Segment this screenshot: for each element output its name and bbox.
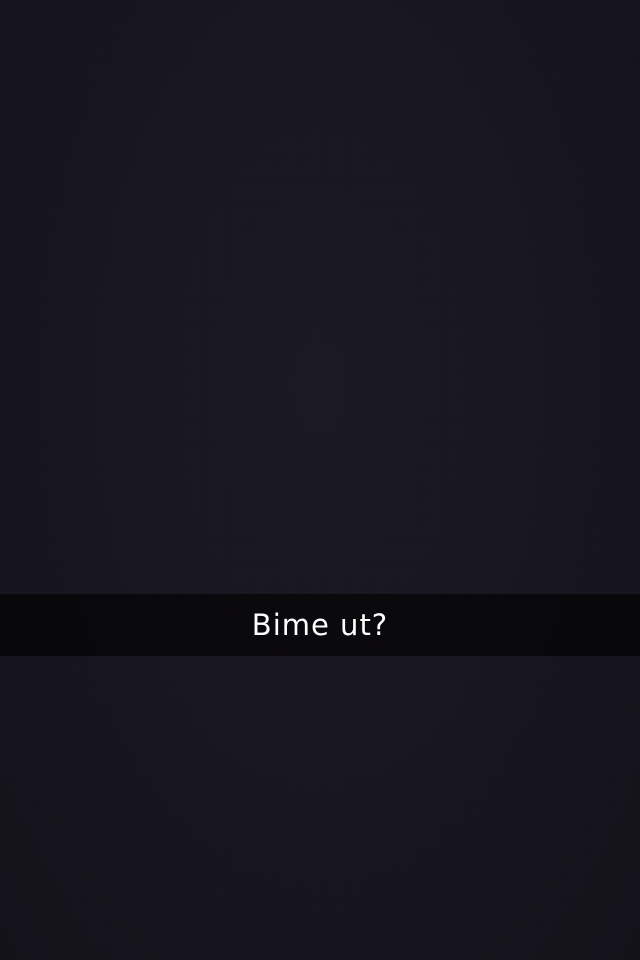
photo-grain-overlay: [0, 0, 640, 960]
caption-text: Bime ut?: [251, 607, 389, 642]
snap-photo-background: [0, 0, 640, 960]
caption-bar: Bime ut?: [0, 594, 640, 656]
